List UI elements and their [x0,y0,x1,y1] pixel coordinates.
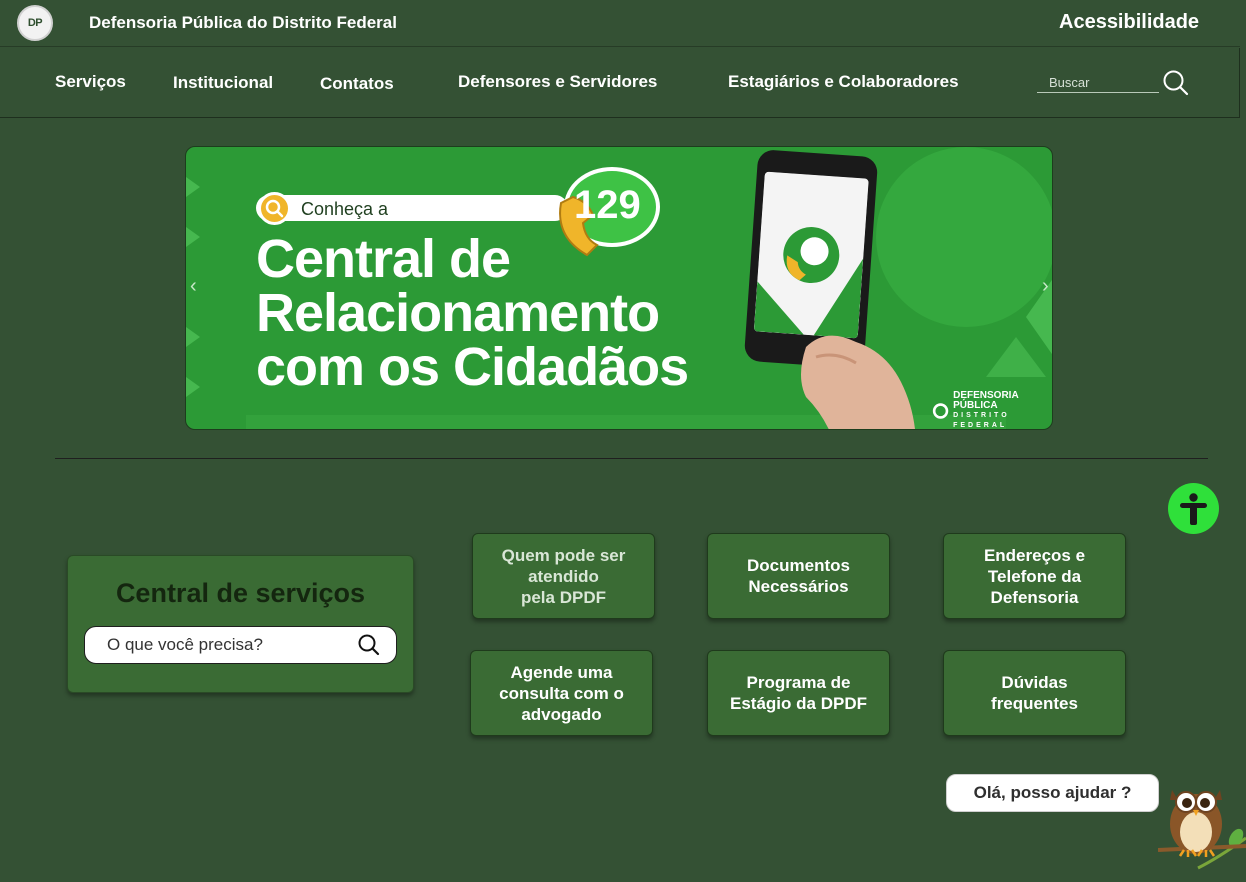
chat-help-button[interactable]: Olá, posso ajudar ? [946,774,1159,812]
chevron-left-icon[interactable]: ‹ [190,275,197,298]
tile-programa-estagio[interactable]: Programa de Estágio da DPDF [707,650,890,736]
hand-image [801,335,915,429]
nav-item-contatos[interactable]: Contatos [320,74,394,94]
banner-tag-text: Conheça a [301,199,389,219]
dpdf-seal-icon [932,403,949,419]
nav-item-servicos[interactable]: Serviços [55,72,126,92]
chevron-right-icon[interactable]: › [1042,275,1049,298]
tile-enderecos-telefone[interactable]: Endereços e Telefone da Defensoria [943,533,1126,619]
owl-icon[interactable] [1158,772,1246,876]
site-title[interactable]: Defensoria Pública do Distrito Federal [89,13,397,33]
main-nav: Serviços Institucional Contatos Defensor… [0,48,1240,118]
services-search-input[interactable] [85,627,355,663]
tile-agende-consulta[interactable]: Agende uma consulta com o advogado [470,650,653,736]
top-bar: DP Defensoria Pública do Distrito Federa… [0,0,1240,47]
search-icon[interactable] [1161,68,1191,98]
search-icon[interactable] [355,631,383,659]
site-search [1037,70,1197,100]
tile-quem-pode-ser-atendido[interactable]: Quem pode ser atendido pela DPDF [472,533,655,619]
dpdf-logo[interactable]: DP [17,5,53,41]
tile-documentos-necessarios[interactable]: Documentos Necessários [707,533,890,619]
services-title: Central de serviços [115,578,366,608]
nav-item-estagiarios[interactable]: Estagiários e Colaboradores [728,72,959,92]
banner-footer-logo-line2: DISTRITO FEDERAL [953,412,1010,429]
banner-headline-line2: Relacionamento [256,283,660,343]
accessibility-icon[interactable] [1168,483,1219,534]
banner-footer-logo: DEFENSORIA PÚBLICA DISTRITO FEDERAL [932,390,1052,429]
nav-item-institucional[interactable]: Institucional [173,73,273,93]
logo-text: DP [27,17,43,29]
site-search-input[interactable] [1037,73,1159,93]
accessibility-link[interactable]: Acessibilidade [1059,11,1199,34]
tile-duvidas-frequentes[interactable]: Dúvidas frequentes [943,650,1126,736]
banner-footer-logo-line1: DEFENSORIA PÚBLICA [953,390,1019,411]
hero-banner[interactable]: Conheça a Central de Relacionamento com … [185,146,1053,430]
banner-headline-line3: com os Cidadãos [256,337,689,397]
banner-number: 129 [574,183,641,227]
section-divider [55,458,1208,459]
nav-item-defensores[interactable]: Defensores e Servidores [458,72,657,92]
services-center-card: Central de serviços [67,555,414,693]
services-search [84,626,397,664]
magnifier-badge-icon [258,192,291,225]
banner-headline-line1: Central de [256,229,511,289]
